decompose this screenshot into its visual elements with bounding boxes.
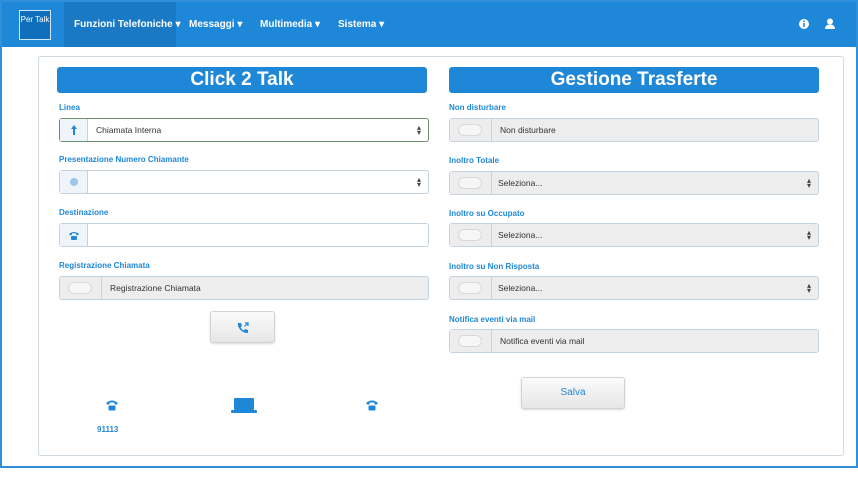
presentazione-label: Presentazione Numero Chiamante (59, 155, 189, 164)
inoltro-totale-toggle-addon (450, 172, 492, 194)
notifica-toggle-field: Notifica eventi via mail (449, 329, 819, 353)
destinazione-input[interactable] (59, 223, 429, 247)
select-caret-icon: ▴ ▾ (806, 228, 811, 242)
inoltro-occupato-toggle[interactable] (458, 229, 482, 241)
presentazione-select[interactable]: ▴ ▾ (59, 170, 429, 194)
caller-id-icon (70, 178, 78, 186)
phone-icon (69, 232, 79, 240)
app-logo[interactable]: Per Talk (19, 10, 51, 40)
select-caret-icon: ▴ ▾ (806, 176, 811, 190)
inoltro-totale-field: Seleziona... ▴ ▾ (449, 171, 819, 195)
inoltro-nonrisposta-label: Inoltro su Non Risposta (449, 262, 540, 271)
inoltro-nonrisposta-select[interactable]: Seleziona... (498, 277, 542, 299)
registrazione-toggle-addon (60, 277, 102, 299)
dnd-text: Non disturbare (500, 125, 556, 135)
user-icon[interactable] (822, 14, 838, 32)
inoltro-occupato-field: Seleziona... ▴ ▾ (449, 223, 819, 247)
inoltro-occupato-label: Inoltro su Occupato (449, 209, 525, 218)
linea-addon (60, 119, 88, 141)
save-button[interactable]: Salva (521, 377, 625, 409)
notifica-label: Notifica eventi via mail (449, 315, 536, 324)
registrazione-label: Registrazione Chiamata (59, 261, 150, 270)
linea-label: Linea (59, 103, 80, 112)
registrazione-toggle-field: Registrazione Chiamata (59, 276, 429, 300)
inoltro-occupato-select[interactable]: Seleziona... (498, 224, 542, 246)
inoltro-totale-label: Inoltro Totale (449, 156, 500, 165)
inoltro-nonrisposta-field: Seleziona... ▴ ▾ (449, 276, 819, 300)
destinazione-addon (60, 224, 88, 246)
dnd-toggle-field: Non disturbare (449, 118, 819, 142)
select-caret-icon: ▴ ▾ (806, 281, 811, 295)
line-arrow-icon (71, 125, 77, 135)
info-icon[interactable] (796, 14, 812, 32)
select-caret-icon: ▴ ▾ (416, 175, 421, 189)
laptop-icon[interactable] (231, 397, 257, 415)
phone-call-icon (238, 322, 249, 333)
nav-multimedia[interactable]: Multimedia ▾ (260, 2, 320, 47)
dnd-toggle-addon (450, 119, 492, 141)
registrazione-toggle[interactable] (68, 282, 92, 294)
trasferte-title: Gestione Trasferte (449, 67, 819, 93)
nav-label: Funzioni Telefoniche ▾ (74, 19, 181, 30)
nav-label: Messaggi ▾ (189, 19, 243, 30)
inoltro-nonrisposta-toggle[interactable] (458, 282, 482, 294)
dnd-toggle[interactable] (458, 124, 482, 136)
inoltro-totale-select[interactable]: Seleziona... (498, 172, 542, 194)
notifica-toggle-addon (450, 330, 492, 352)
presentazione-addon (60, 171, 88, 193)
top-navbar: Per Talk Funzioni Telefoniche ▾ Messaggi… (2, 2, 856, 47)
linea-select[interactable]: Chiamata Interna ▴ ▾ (59, 118, 429, 142)
linea-value: Chiamata Interna (96, 125, 162, 135)
save-button-label: Salva (560, 387, 586, 398)
nav-label: Sistema ▾ (338, 19, 385, 30)
notifica-toggle[interactable] (458, 335, 482, 347)
extension-number: 91113 (97, 425, 119, 434)
desk-phone-icon[interactable] (105, 399, 119, 411)
logo-text: Per Talk (20, 15, 50, 24)
notifica-text: Notifica eventi via mail (500, 336, 585, 346)
nav-sistema[interactable]: Sistema ▾ (338, 2, 384, 47)
app-frame: Per Talk Funzioni Telefoniche ▾ Messaggi… (0, 0, 858, 468)
main-card: Click 2 Talk Linea Chiamata Interna ▴ ▾ P… (38, 56, 844, 456)
desk-phone-icon[interactable] (365, 399, 379, 411)
click2talk-title: Click 2 Talk (57, 67, 427, 93)
destinazione-label: Destinazione (59, 208, 109, 217)
call-button[interactable] (210, 311, 275, 343)
inoltro-occupato-toggle-addon (450, 224, 492, 246)
select-caret-icon: ▴ ▾ (416, 123, 421, 137)
registrazione-text: Registrazione Chiamata (110, 283, 201, 293)
nav-label: Multimedia ▾ (260, 19, 321, 30)
nav-messaggi[interactable]: Messaggi ▾ (189, 2, 242, 47)
dnd-label: Non disturbare (449, 103, 506, 112)
inoltro-totale-toggle[interactable] (458, 177, 482, 189)
inoltro-nonrisposta-toggle-addon (450, 277, 492, 299)
nav-funzioni-telefoniche[interactable]: Funzioni Telefoniche ▾ (64, 2, 181, 47)
